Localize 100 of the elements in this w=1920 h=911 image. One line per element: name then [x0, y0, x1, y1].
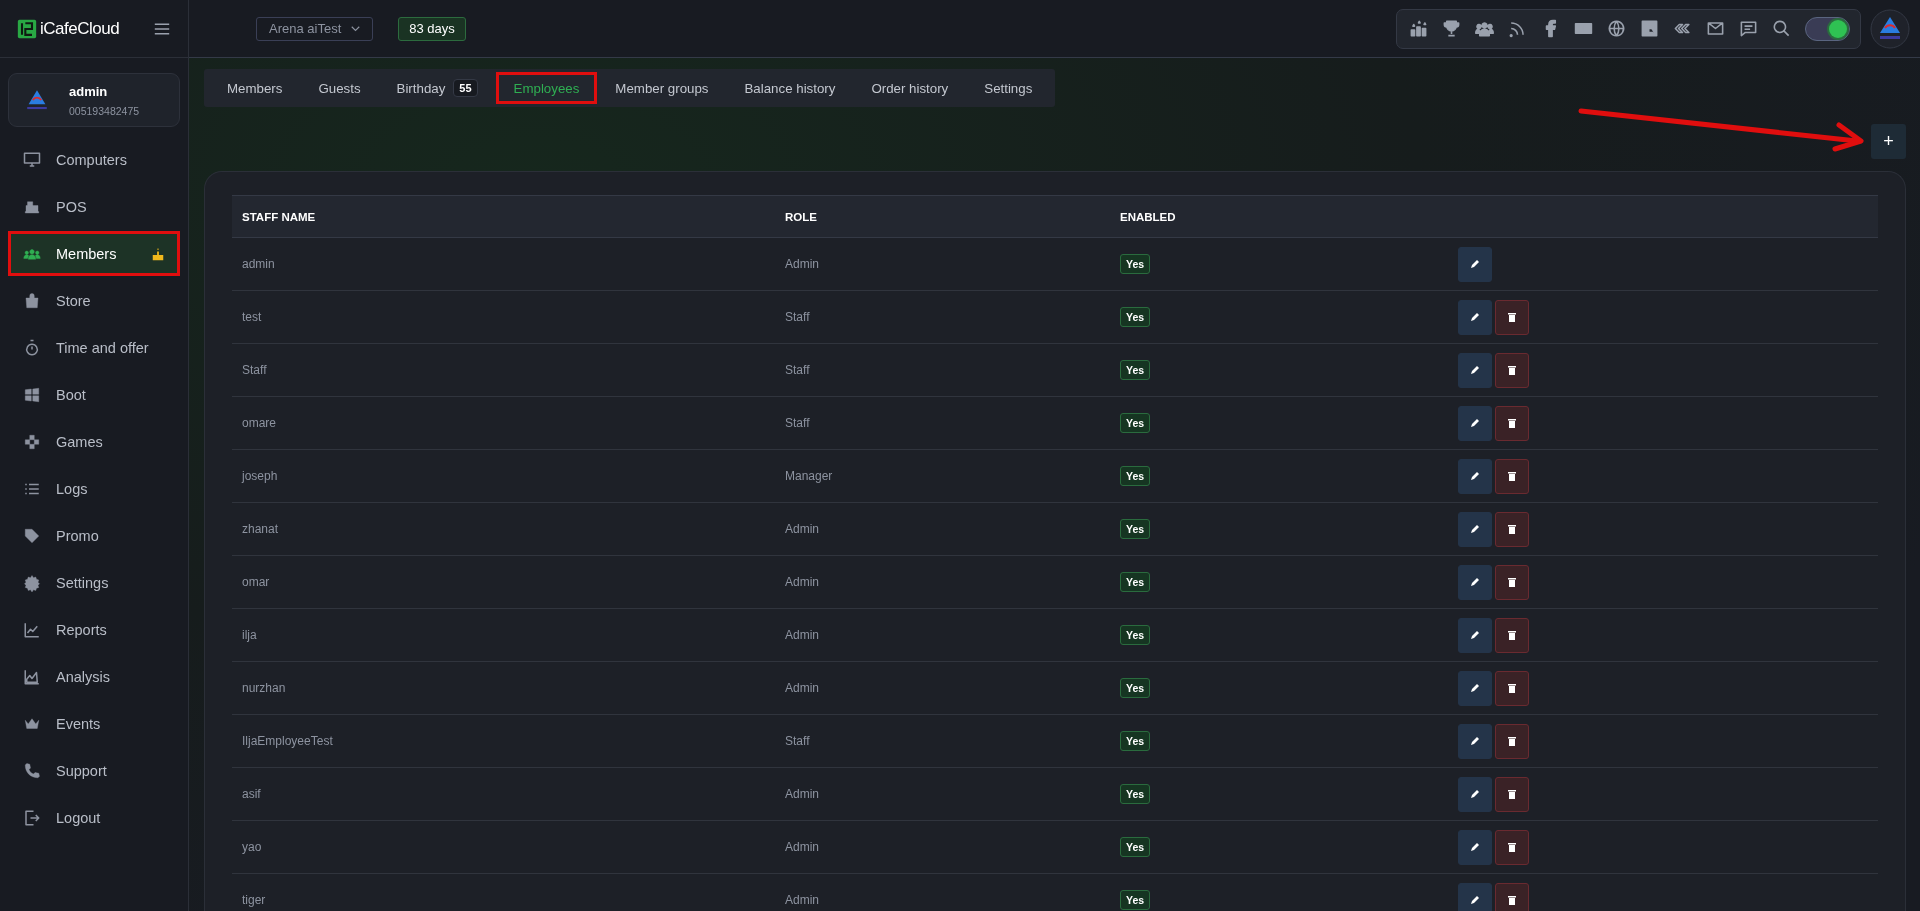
delete-button[interactable] [1495, 882, 1529, 911]
trash-icon [1506, 576, 1518, 588]
column-header: ROLE [785, 210, 817, 223]
table-cell: Staff [785, 416, 810, 430]
rss-icon[interactable] [1508, 19, 1527, 38]
edit-button[interactable] [1458, 564, 1492, 600]
tab[interactable]: Balance history [726, 72, 854, 104]
pencil-icon [1469, 894, 1481, 906]
trash-icon [1506, 470, 1518, 482]
edit-button[interactable] [1458, 882, 1492, 911]
tab[interactable]: Birthday 55 [378, 72, 496, 104]
cafe-select[interactable]: Arena aiTest [256, 16, 374, 41]
edit-button[interactable] [1458, 246, 1492, 282]
table-cell: Admin [785, 840, 819, 854]
delete-button[interactable] [1495, 564, 1529, 600]
pencil-icon [1469, 523, 1481, 535]
menu-icon[interactable] [154, 22, 170, 35]
sidebar-item[interactable]: Computers [8, 137, 180, 182]
status-badge: Yes [1120, 890, 1151, 910]
sidebar-item[interactable]: Promo [8, 513, 180, 558]
edit-button[interactable] [1458, 776, 1492, 812]
edit-button[interactable] [1458, 511, 1492, 547]
globe-icon[interactable] [1607, 19, 1626, 38]
pencil-icon [1469, 735, 1481, 747]
sidebar-item[interactable]: Analysis [8, 654, 180, 699]
status-badge: Yes [1120, 784, 1151, 804]
edit-button[interactable] [1458, 299, 1492, 335]
pencil-icon [1469, 417, 1481, 429]
pencil-icon [1469, 470, 1481, 482]
table-cell: Admin [785, 628, 819, 642]
table-cell: Admin [785, 522, 819, 536]
user-card[interactable]: admin 005193482475 [8, 73, 180, 127]
trash-icon [1506, 894, 1518, 906]
pencil-icon [1469, 576, 1481, 588]
phone-icon [23, 761, 41, 780]
sidebar-item[interactable]: Games [8, 419, 180, 464]
sidebar-item[interactable]: Time and offer [8, 325, 180, 370]
add-button[interactable]: + [1871, 124, 1906, 159]
sidebar-item[interactable]: Boot [8, 372, 180, 417]
column-header: STAFF NAME [242, 210, 316, 223]
chevron-down-icon [351, 25, 361, 32]
delete-button[interactable] [1495, 352, 1529, 388]
edit-button[interactable] [1458, 458, 1492, 494]
tab[interactable]: Guests [300, 72, 379, 104]
edit-button[interactable] [1458, 829, 1492, 865]
delete-button[interactable] [1495, 511, 1529, 547]
edit-button[interactable] [1458, 723, 1492, 759]
sidebar-item[interactable]: Events [8, 701, 180, 746]
status-badge: Yes [1120, 731, 1151, 751]
delete-button[interactable] [1495, 829, 1529, 865]
logout-icon [23, 808, 41, 827]
tab[interactable]: Member groups [597, 72, 727, 104]
delete-button[interactable] [1495, 617, 1529, 653]
chat-icon[interactable] [1739, 19, 1758, 38]
table-cell: Staff [785, 310, 810, 324]
sidebar-item[interactable]: Logout [8, 795, 180, 840]
theme-toggle[interactable] [1805, 16, 1850, 41]
sidebar-item[interactable]: Support [8, 748, 180, 793]
monitor-icon [23, 150, 41, 169]
table-cell: Staff [242, 363, 267, 377]
tab[interactable]: Members [209, 72, 301, 104]
trophy-icon[interactable] [1442, 19, 1461, 38]
delete-button[interactable] [1495, 670, 1529, 706]
sidebar-item[interactable]: Members [8, 231, 180, 276]
pencil-icon [1469, 682, 1481, 694]
edit-button[interactable] [1458, 617, 1492, 653]
delete-button[interactable] [1495, 776, 1529, 812]
windows-icon [23, 385, 41, 404]
tab[interactable]: Settings [966, 72, 1051, 104]
edit-button[interactable] [1458, 670, 1492, 706]
leaderboard-icon[interactable] [1409, 19, 1428, 38]
edit-button[interactable] [1458, 405, 1492, 441]
status-badge: Yes [1120, 625, 1151, 645]
trash-icon [1506, 841, 1518, 853]
search-icon[interactable] [1772, 19, 1791, 38]
table-cell: nurzhan [242, 681, 286, 695]
sidebar-item[interactable]: Settings [8, 560, 180, 605]
status-badge: Yes [1120, 307, 1151, 327]
sidebar-item[interactable]: Store [8, 278, 180, 323]
status-badge: Yes [1120, 678, 1151, 698]
trash-icon [1506, 735, 1518, 747]
status-badge: Yes [1120, 572, 1151, 592]
sidebar-item[interactable]: Reports [8, 607, 180, 652]
group-icon[interactable] [1475, 19, 1494, 38]
avatar-icon[interactable] [1870, 8, 1910, 49]
delete-button[interactable] [1495, 723, 1529, 759]
sidebar-item[interactable]: POS [8, 184, 180, 229]
line-chart-icon [23, 620, 41, 639]
tab[interactable]: Order history [853, 72, 967, 104]
edit-button[interactable] [1458, 352, 1492, 388]
delete-button[interactable] [1495, 299, 1529, 335]
sidebar-item[interactable]: Logs [8, 466, 180, 511]
pencil-icon [1469, 841, 1481, 853]
delete-button[interactable] [1495, 458, 1529, 494]
pencil-icon [1469, 788, 1481, 800]
tab[interactable]: Employees [495, 72, 598, 104]
delete-button[interactable] [1495, 405, 1529, 441]
trash-icon [1506, 788, 1518, 800]
mail-icon[interactable] [1706, 19, 1725, 38]
status-badge: Yes [1120, 837, 1151, 857]
